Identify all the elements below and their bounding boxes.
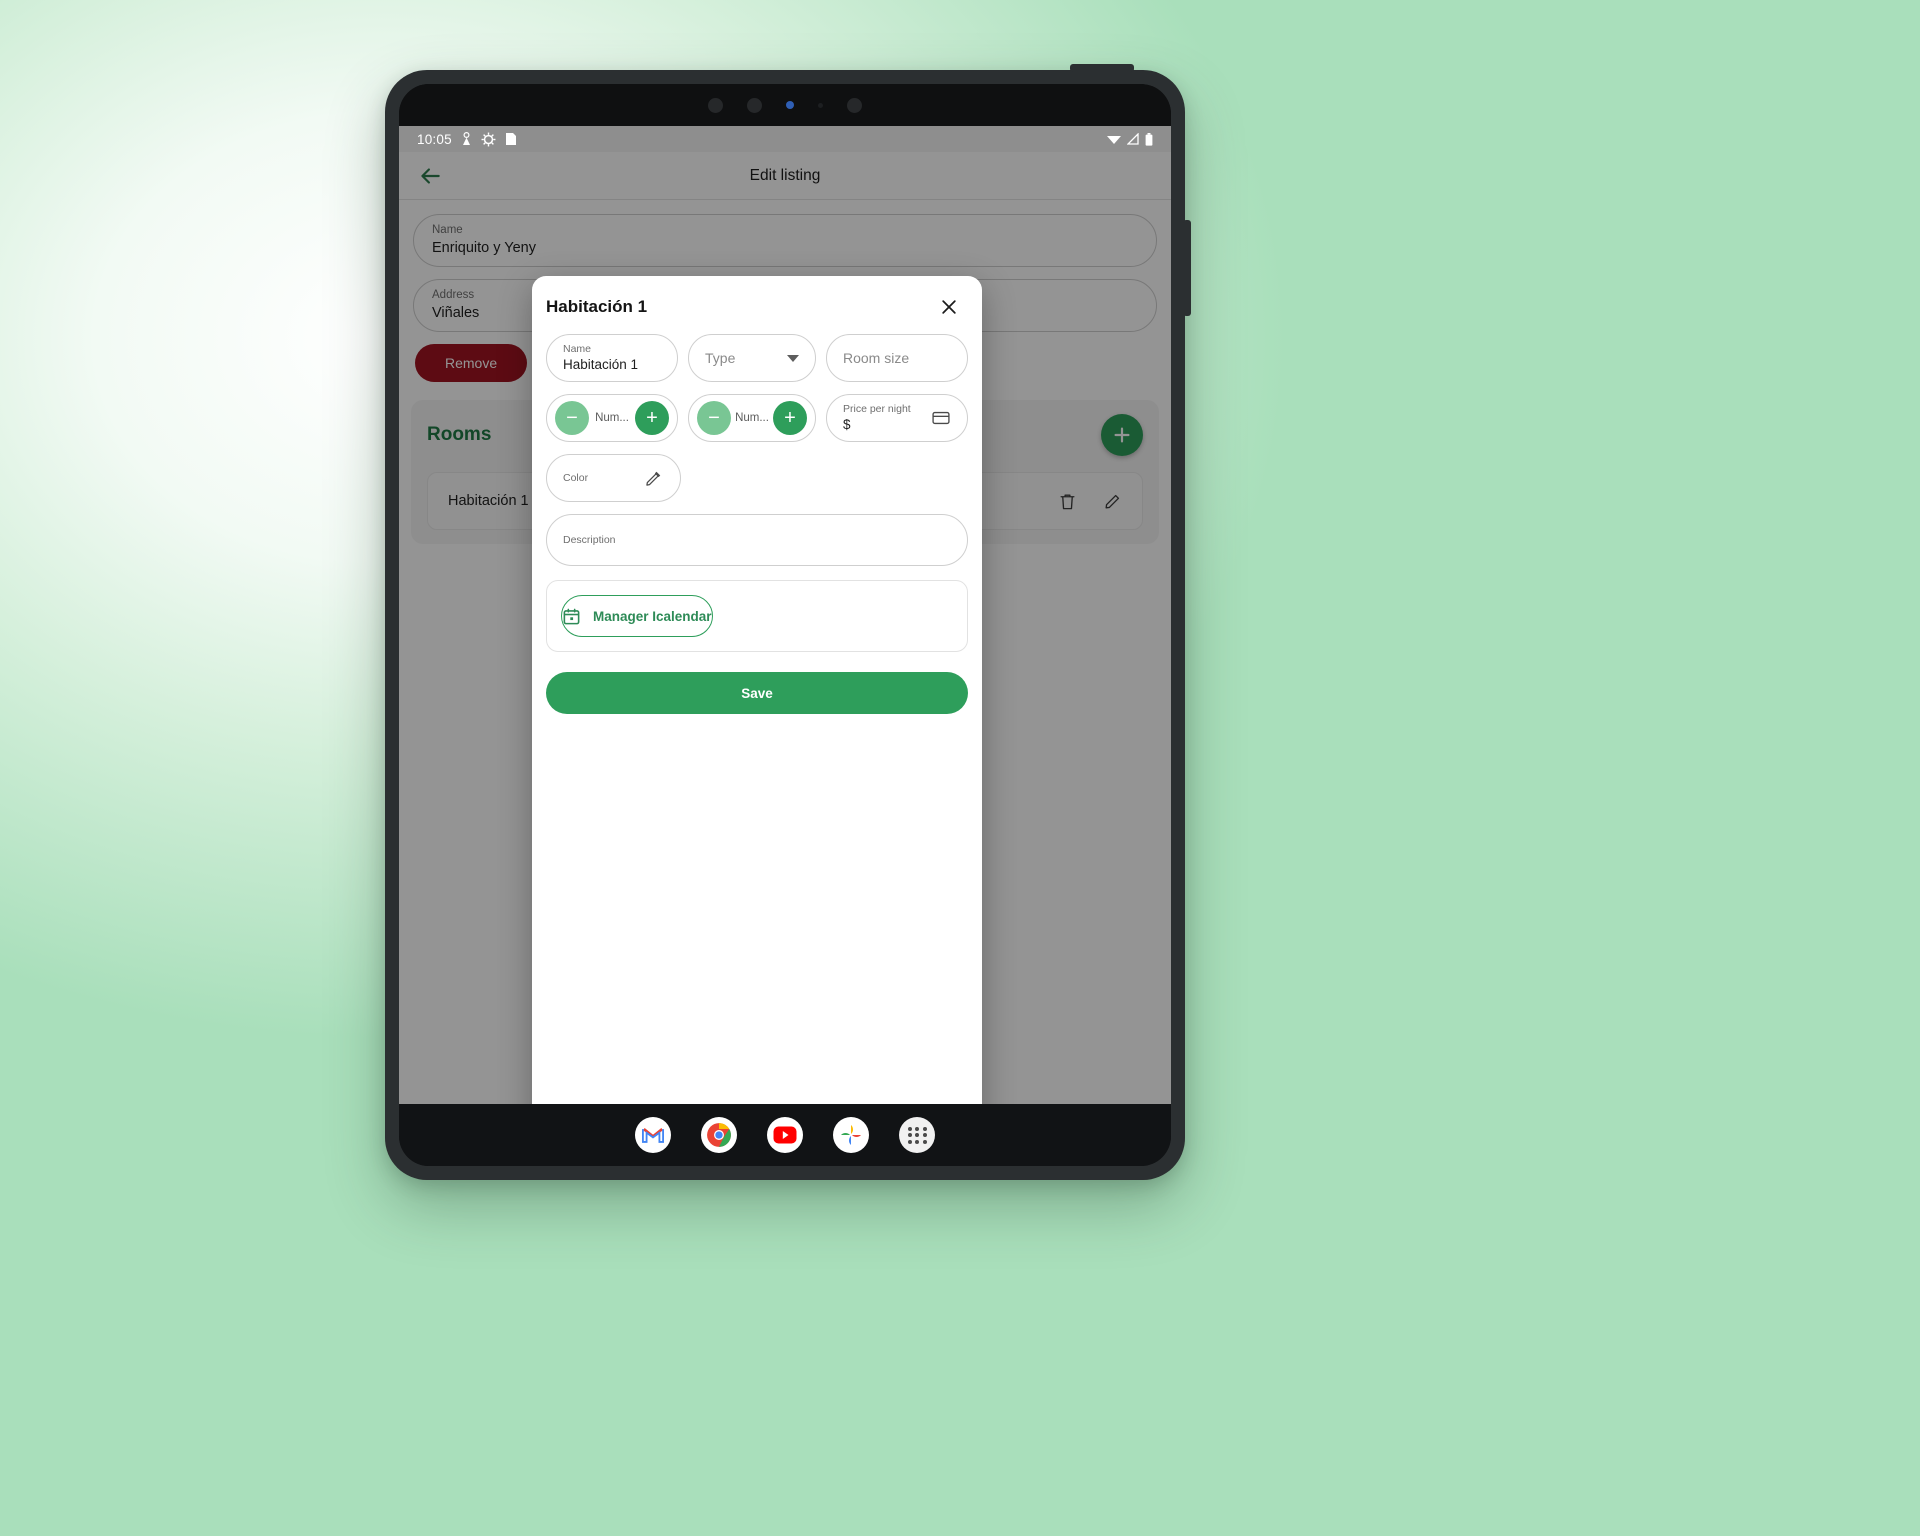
chevron-down-icon bbox=[787, 354, 799, 362]
calendar-icon bbox=[563, 608, 580, 624]
icalendar-card: Manager Icalendar bbox=[546, 580, 968, 652]
manage-icalendar-button[interactable]: Manager Icalendar bbox=[561, 595, 713, 637]
room-type-placeholder: Type bbox=[705, 350, 736, 366]
room-edit-dialog: Habitación 1 Name Habitación 1 Type Room… bbox=[532, 276, 982, 1166]
color-label: Color bbox=[563, 472, 589, 484]
wifi-icon bbox=[1107, 136, 1121, 144]
status-bar: 10:05 bbox=[399, 126, 1171, 152]
camera-lens-icon bbox=[708, 97, 723, 113]
manage-icalendar-label: Manager Icalendar bbox=[593, 608, 712, 624]
price-per-night-input[interactable]: Price per night $ bbox=[826, 394, 968, 442]
app-content: Edit listing Name Enriquito y Yeny Addre… bbox=[399, 152, 1171, 1166]
camera-strip bbox=[399, 84, 1171, 126]
sensor-icon bbox=[786, 101, 794, 109]
room-name-input[interactable]: Name Habitación 1 bbox=[546, 334, 678, 382]
room-size-placeholder: Room size bbox=[843, 350, 910, 366]
description-label: Description bbox=[563, 534, 616, 546]
gear-icon bbox=[481, 132, 496, 146]
photos-icon[interactable] bbox=[833, 1117, 869, 1153]
save-button[interactable]: Save bbox=[546, 672, 968, 714]
sd-card-icon bbox=[505, 133, 516, 145]
close-button[interactable] bbox=[936, 294, 962, 320]
dialog-title: Habitación 1 bbox=[546, 297, 648, 316]
dialog-body: Name Habitación 1 Type Room size − Num..… bbox=[532, 328, 982, 714]
sensor-dot-icon bbox=[818, 102, 823, 108]
youtube-icon[interactable] bbox=[767, 1117, 803, 1153]
battery-icon bbox=[1145, 132, 1153, 146]
beds-stepper[interactable]: − Num... + bbox=[688, 394, 816, 442]
price-value: $ bbox=[843, 417, 851, 432]
app-drawer-icon[interactable] bbox=[899, 1117, 935, 1153]
chrome-icon[interactable] bbox=[701, 1117, 737, 1153]
close-icon bbox=[942, 300, 956, 314]
status-time: 10:05 bbox=[417, 131, 452, 147]
dialog-row-4: Description bbox=[546, 514, 968, 566]
plus-icon[interactable]: + bbox=[635, 401, 669, 435]
room-size-input[interactable]: Room size bbox=[826, 334, 968, 382]
guests-stepper[interactable]: − Num... + bbox=[546, 394, 678, 442]
minus-icon[interactable]: − bbox=[555, 401, 589, 435]
dialog-row-2: − Num... + − Num... + Price per night $ bbox=[546, 394, 968, 442]
dialog-row-1: Name Habitación 1 Type Room size bbox=[546, 334, 968, 382]
color-input[interactable]: Color bbox=[546, 454, 681, 502]
device-screen: 10:05 Edit listing Name Enriquito y Yeny… bbox=[399, 84, 1171, 1166]
price-label: Price per night bbox=[843, 403, 911, 415]
plus-icon[interactable]: + bbox=[773, 401, 807, 435]
minus-icon[interactable]: − bbox=[697, 401, 731, 435]
description-input[interactable]: Description bbox=[546, 514, 968, 566]
guests-stepper-label: Num... bbox=[595, 412, 629, 424]
camera-lens-icon bbox=[747, 97, 762, 113]
location-icon bbox=[462, 132, 470, 145]
room-name-label: Name bbox=[563, 343, 592, 355]
beds-stepper-label: Num... bbox=[735, 412, 769, 424]
room-type-select[interactable]: Type bbox=[688, 334, 816, 382]
room-name-value: Habitación 1 bbox=[563, 357, 639, 372]
signal-icon bbox=[1127, 133, 1139, 145]
dialog-header: Habitación 1 bbox=[532, 276, 982, 328]
tablet-device: 10:05 Edit listing Name Enriquito y Yeny… bbox=[385, 64, 1191, 1180]
eyedropper-icon[interactable] bbox=[644, 468, 664, 488]
gmail-icon[interactable] bbox=[635, 1117, 671, 1153]
credit-card-icon bbox=[932, 411, 950, 425]
app-dock bbox=[399, 1104, 1171, 1166]
camera-lens-icon bbox=[847, 97, 862, 113]
dialog-row-3: Color bbox=[546, 454, 968, 502]
volume-button[interactable] bbox=[1183, 220, 1191, 316]
power-button[interactable] bbox=[1070, 64, 1134, 72]
